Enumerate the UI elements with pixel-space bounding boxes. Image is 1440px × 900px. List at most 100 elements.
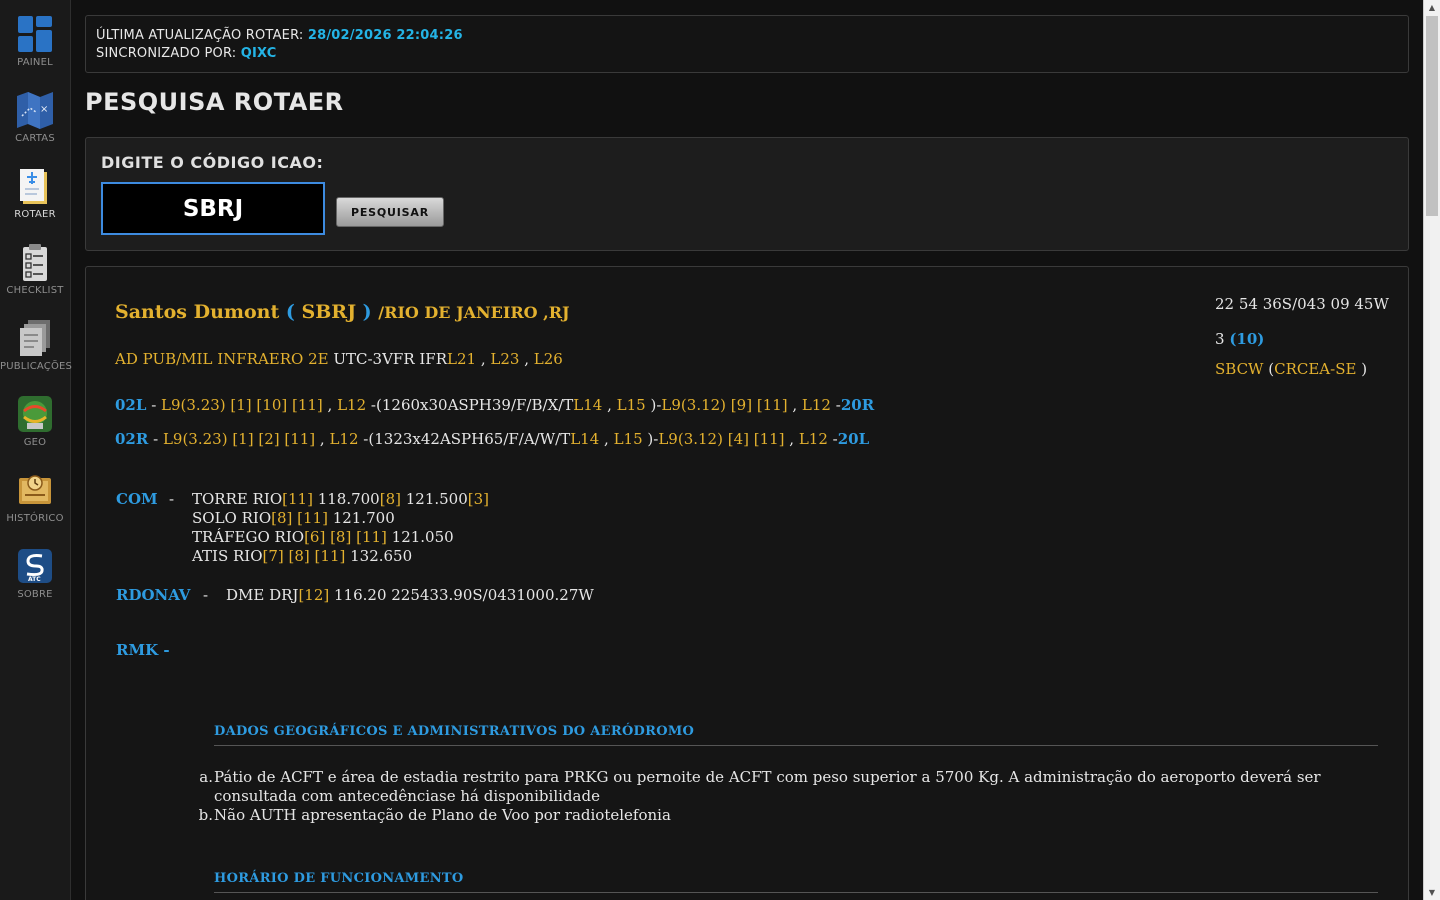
runway-end: 20R <box>840 396 875 414</box>
com-notes[interactable]: [8] [11] <box>271 509 328 527</box>
com-entry: TRÁFEGO RIO[6] [8] [11] 121.050 <box>192 528 454 546</box>
com-frequency: 121.500 <box>400 490 468 508</box>
history-clipboard-icon <box>19 475 51 504</box>
runway-dims: (1323x42ASPH65/F/A/W/T <box>368 430 571 448</box>
svg-text:ATC: ATC <box>28 576 41 583</box>
sidebar-item-publicacoes[interactable]: PUBLICAÇÕES <box>0 316 72 392</box>
scroll-up-arrow-icon[interactable]: ▲ <box>1424 0 1440 15</box>
com-notes[interactable]: [7] [8] [11] <box>263 547 346 565</box>
runway-row: 02L - L9(3.23) [1] [10] [11] , L12 -(126… <box>115 396 875 414</box>
scrollbar-thumb[interactable] <box>1426 16 1438 216</box>
runway-l12a[interactable]: L12 <box>329 430 358 448</box>
sidebar-item-rotaer[interactable]: ROTAER <box>0 164 70 240</box>
rmk-section-title: HORÁRIO DE FUNCIONAMENTO <box>214 871 464 886</box>
separator: , <box>519 350 534 368</box>
runway-dims: (1260x30ASPH39/F/B/X/T <box>376 396 574 414</box>
sidebar-item-label: CARTAS <box>15 133 55 144</box>
rmk-item: b. Não AUTH apresentação de Plano de Voo… <box>193 806 1383 826</box>
runway-lights-b[interactable]: L9(3.12) [4] [11] <box>658 430 784 448</box>
com-frequency: 118.700 <box>312 490 380 508</box>
rdonav-notes[interactable]: [12] <box>298 586 329 604</box>
synced-by-line: SINCRONIZADO POR: QIXC <box>96 45 1398 63</box>
sidebar-item-cartas[interactable]: × CARTAS <box>0 88 70 164</box>
paren-close: ) <box>356 301 379 323</box>
page-scrollbar[interactable]: ▲ ▼ <box>1423 0 1440 900</box>
sidebar-item-label: HISTÓRICO <box>6 513 64 524</box>
rdonav-name: DME DRJ <box>226 586 299 604</box>
com-station: TORRE RIO <box>192 490 283 508</box>
separator: , <box>476 350 491 368</box>
rdonav-entry: DME DRJ[12] 116.20 225433.90S/0431000.27… <box>226 586 594 604</box>
fir-region[interactable]: CRCEA-SE <box>1274 360 1356 378</box>
com-entry: ATIS RIO[7] [8] [11] 132.650 <box>192 547 412 565</box>
runway-l12a[interactable]: L12 <box>337 396 366 414</box>
main-content: ÚLTIMA ATUALIZAÇÃO ROTAER: 28/02/2026 22… <box>85 0 1409 900</box>
rdonav-data: 116.20 225433.90S/0431000.27W <box>329 586 594 604</box>
checklist-clipboard-icon <box>23 244 47 281</box>
com-notes[interactable]: [6] [8] [11] <box>304 528 387 546</box>
map-chart-icon: × <box>17 92 53 129</box>
synced-by-value: QIXC <box>240 46 277 61</box>
elevation-ft: (10) <box>1229 330 1265 348</box>
aerodrome-city: /RIO DE JANEIRO ,RJ <box>378 303 570 322</box>
sidebar-item-geo[interactable]: GEO <box>0 392 70 468</box>
note-link[interactable]: L21 <box>447 350 476 368</box>
document-airplane-icon <box>20 169 47 204</box>
page-title: PESQUISA ROTAER <box>85 88 344 116</box>
com-notes[interactable]: [3] <box>468 490 489 508</box>
aerodrome-type-line: AD PUB/MIL INFRAERO 2E UTC-3VFR IFRL21 ,… <box>115 350 563 368</box>
aerodrome-fir: SBCW (CRCEA-SE ) <box>1215 360 1368 378</box>
sidebar-item-label: GEO <box>23 437 47 448</box>
runway-lights-a[interactable]: L9(3.23) [1] [2] [11] <box>163 430 315 448</box>
atc-logo-icon: ATC <box>18 549 52 583</box>
section-divider <box>214 892 1378 893</box>
aerodrome-icao: SBRJ <box>301 301 357 323</box>
geo-globe-logo-icon <box>18 396 52 432</box>
runway-id: 02L <box>115 396 147 414</box>
com-station: TRÁFEGO RIO <box>192 528 305 546</box>
runway-l14[interactable]: L14 <box>570 430 599 448</box>
sidebar: PAINEL × CARTAS ROTAER CHECKLIST PUBLICA… <box>0 0 72 900</box>
scroll-down-arrow-icon[interactable]: ▼ <box>1424 885 1440 900</box>
last-update-label: ÚLTIMA ATUALIZAÇÃO ROTAER: <box>96 28 308 43</box>
aerodrome-name: Santos Dumont <box>115 301 280 323</box>
runway-l15[interactable]: L15 <box>617 396 646 414</box>
aerodrome-coordinates: 22 54 36S/043 09 45W <box>1215 295 1389 313</box>
rmk-item-letter: a. <box>199 768 213 786</box>
icao-input[interactable] <box>101 182 325 235</box>
publications-stack-icon <box>20 320 50 356</box>
sidebar-item-label: SOBRE <box>17 589 53 600</box>
runway-l12b[interactable]: L12 <box>799 430 828 448</box>
aerodrome-utc: UTC-3VFR IFR <box>328 350 448 368</box>
sidebar-item-label: CHECKLIST <box>6 285 64 296</box>
runway-l14[interactable]: L14 <box>573 396 602 414</box>
aerodrome-header: Santos Dumont ( SBRJ ) /RIO DE JANEIRO ,… <box>115 301 570 323</box>
com-label: COM <box>116 490 158 508</box>
grid-dashboard-icon <box>18 16 52 52</box>
note-link[interactable]: L23 <box>490 350 519 368</box>
com-frequency: 132.650 <box>345 547 413 565</box>
com-notes[interactable]: [11] <box>282 490 313 508</box>
sidebar-item-checklist[interactable]: CHECKLIST <box>0 240 70 316</box>
search-button[interactable]: PESQUISAR <box>336 197 444 227</box>
elevation-m: 3 <box>1215 330 1230 348</box>
sidebar-item-historico[interactable]: HISTÓRICO <box>0 468 70 544</box>
runway-l15[interactable]: L15 <box>614 430 643 448</box>
runway-row: 02R - L9(3.23) [1] [2] [11] , L12 -(1323… <box>115 430 870 448</box>
runway-lights-b[interactable]: L9(3.12) [9] [11] <box>661 396 787 414</box>
com-entry: TORRE RIO[11] 118.700[8] 121.500[3] <box>192 490 489 508</box>
runway-lights-a[interactable]: L9(3.23) [1] [10] [11] <box>161 396 323 414</box>
synced-by-label: SINCRONIZADO POR: <box>96 46 241 61</box>
runway-l12b[interactable]: L12 <box>802 396 831 414</box>
search-panel: DIGITE O CÓDIGO ICAO: PESQUISAR <box>85 137 1409 251</box>
rmk-item-letter: b. <box>198 806 213 824</box>
com-station: ATIS RIO <box>192 547 263 565</box>
com-notes[interactable]: [8] <box>380 490 401 508</box>
sidebar-item-painel[interactable]: PAINEL <box>0 12 70 88</box>
runway-id: 02R <box>115 430 149 448</box>
sidebar-item-sobre[interactable]: ATC SOBRE <box>0 544 70 620</box>
svg-text:×: × <box>40 104 48 115</box>
fir-code[interactable]: SBCW <box>1215 360 1263 378</box>
rmk-item-text: Pátio de ACFT e área de estadia restrito… <box>214 768 1321 805</box>
note-link[interactable]: L26 <box>534 350 563 368</box>
